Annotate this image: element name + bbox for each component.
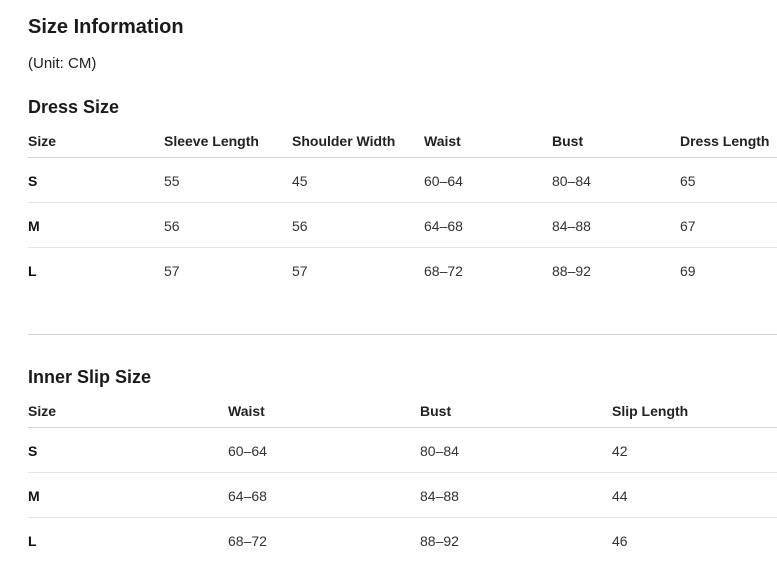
- column-header: Bust: [420, 403, 452, 419]
- unit-note: (Unit: CM): [28, 55, 97, 72]
- section-divider: [28, 334, 777, 335]
- column-header: Size: [28, 133, 57, 149]
- table-cell: S: [28, 443, 38, 459]
- table-cell: 57: [164, 263, 180, 279]
- table-cell: 42: [612, 443, 628, 459]
- table-cell: 64–68: [424, 218, 463, 234]
- table-cell: 45: [292, 173, 308, 189]
- column-header: Slip Length: [612, 403, 689, 419]
- table-row: M 56 56 64–68 84–88 67: [28, 203, 777, 248]
- table-cell: L: [28, 263, 37, 279]
- table-cell: 68–72: [424, 263, 463, 279]
- table-cell: 88–92: [420, 533, 459, 549]
- inner-slip-size-heading: Inner Slip Size: [28, 367, 152, 387]
- table-cell: 60–64: [424, 173, 463, 189]
- table-cell: 88–92: [552, 263, 591, 279]
- table-cell: S: [28, 173, 38, 189]
- page-title: Size Information: [28, 16, 184, 38]
- table-cell: 64–68: [228, 488, 267, 504]
- table-cell: 69: [680, 263, 696, 279]
- table-row: S 60–64 80–84 42: [28, 428, 777, 473]
- table-cell: 84–88: [552, 218, 591, 234]
- table-cell: 84–88: [420, 488, 459, 504]
- column-header: Shoulder Width: [292, 133, 396, 149]
- table-cell: 60–64: [228, 443, 267, 459]
- table-row: L 68–72 88–92 46: [28, 518, 777, 562]
- table-cell: L: [28, 533, 37, 549]
- table-row: L 57 57 68–72 88–92 69: [28, 248, 777, 292]
- table-cell: 80–84: [552, 173, 591, 189]
- dress-size-table: Size Sleeve Length Shoulder Width Waist …: [28, 128, 777, 292]
- inner-slip-size-table: Size Waist Bust Slip Length S 60–64 80–8…: [28, 398, 777, 562]
- table-header-row: Size Sleeve Length Shoulder Width Waist …: [28, 128, 777, 158]
- column-header: Dress Length: [680, 133, 770, 149]
- column-header: Waist: [424, 133, 461, 149]
- table-cell: 55: [164, 173, 180, 189]
- table-cell: 44: [612, 488, 628, 504]
- table-cell: 80–84: [420, 443, 459, 459]
- table-cell: 65: [680, 173, 696, 189]
- table-cell: 56: [164, 218, 180, 234]
- table-cell: 46: [612, 533, 628, 549]
- dress-size-heading: Dress Size: [28, 97, 120, 117]
- table-cell: 56: [292, 218, 308, 234]
- table-cell: 67: [680, 218, 696, 234]
- column-header: Sleeve Length: [164, 133, 259, 149]
- column-header: Waist: [228, 403, 265, 419]
- table-cell: 68–72: [228, 533, 267, 549]
- column-header: Size: [28, 403, 57, 419]
- table-row: S 55 45 60–64 80–84 65: [28, 158, 777, 203]
- column-header: Bust: [552, 133, 584, 149]
- table-cell: M: [28, 218, 40, 234]
- table-header-row: Size Waist Bust Slip Length: [28, 398, 777, 428]
- table-row: M 64–68 84–88 44: [28, 473, 777, 518]
- table-cell: 57: [292, 263, 308, 279]
- table-cell: M: [28, 488, 40, 504]
